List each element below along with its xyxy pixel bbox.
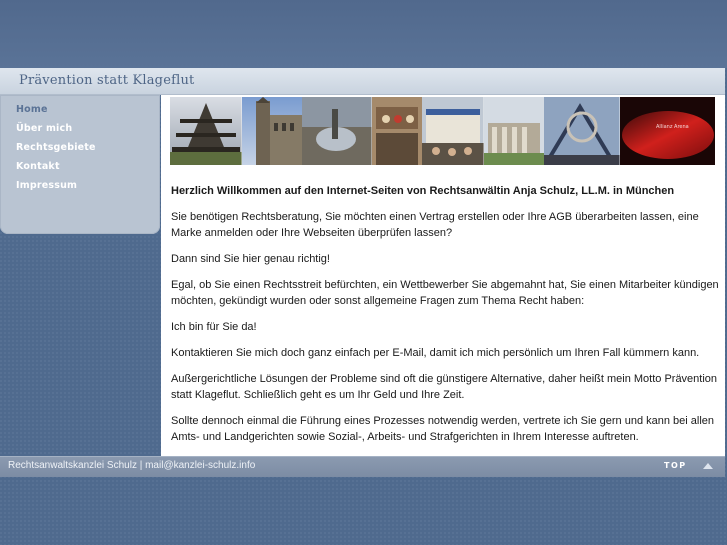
banner-collage-image: Allianz Arena [170, 97, 715, 165]
nav-item-ueber-mich: Über mich [0, 119, 160, 138]
nav-link-ueber-mich[interactable]: Über mich [0, 119, 160, 138]
paragraph-1: Sie benötigen Rechtsberatung, Sie möchte… [171, 211, 699, 239]
stadium-sign-text: Allianz Arena [656, 124, 689, 130]
nav-link-home[interactable]: Home [0, 100, 160, 119]
site-footer: Rechtsanwaltskanzlei Schulz | mail@kanzl… [0, 456, 725, 477]
nav-link-rechtsgebiete[interactable]: Rechtsgebiete [0, 138, 160, 157]
site-header: Prävention statt Klageflut [0, 68, 725, 95]
nav-item-kontakt: Kontakt [0, 157, 160, 176]
nav-item-impressum: Impressum [0, 176, 160, 195]
sidebar: Home Über mich Rechtsgebiete Kontakt Imp… [0, 95, 160, 234]
paragraph-3: Egal, ob Sie einen Rechtsstreit befürcht… [171, 279, 719, 307]
main-nav: Home Über mich Rechtsgebiete Kontakt Imp… [0, 95, 160, 195]
nav-link-impressum[interactable]: Impressum [0, 176, 160, 195]
paragraph-4: Ich bin für Sie da! [171, 321, 257, 333]
nav-link-kontakt[interactable]: Kontakt [0, 157, 160, 176]
main-content: Allianz Arena Herzlich Willkommen auf de… [161, 95, 725, 456]
nav-item-home: Home [0, 100, 160, 119]
paragraph-6: Außergerichtliche Lösungen der Probleme … [171, 373, 718, 401]
arrow-up-icon[interactable] [703, 463, 713, 469]
paragraph-5: Kontaktieren Sie mich doch ganz einfach … [171, 347, 700, 359]
paragraph-7: Sollte dennoch einmal die Führung eines … [171, 415, 715, 443]
nav-item-rechtsgebiete: Rechtsgebiete [0, 138, 160, 157]
top-link[interactable]: TOP [664, 461, 687, 470]
footer-contact: Rechtsanwaltskanzlei Schulz | mail@kanzl… [8, 460, 256, 471]
paragraph-2: Dann sind Sie hier genau richtig! [171, 253, 330, 265]
munich-collage-banner: Allianz Arena [170, 97, 715, 165]
top-background-band [0, 0, 727, 68]
article-text: Herzlich Willkommen auf den Internet-Sei… [171, 183, 719, 455]
site-title: Prävention statt Klageflut [19, 73, 195, 88]
welcome-heading: Herzlich Willkommen auf den Internet-Sei… [171, 185, 675, 197]
